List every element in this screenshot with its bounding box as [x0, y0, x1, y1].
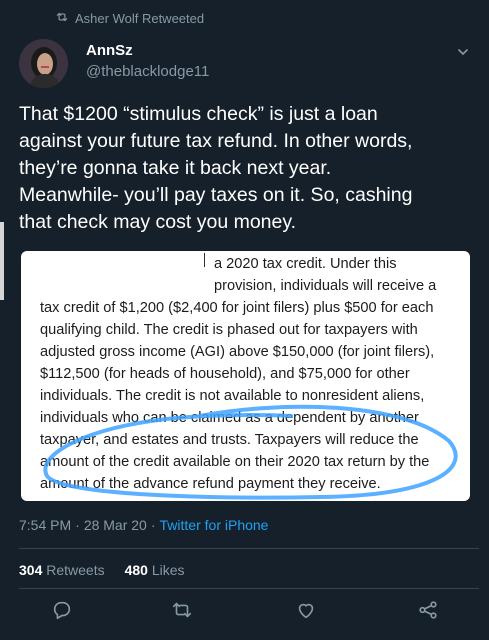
meta-separator: · — [150, 517, 156, 533]
retweet-icon — [55, 10, 69, 27]
tweet-actions — [0, 599, 489, 623]
image-line: individuals who can be claimed as a depe… — [40, 410, 419, 426]
image-line: individuals. The credit is not available… — [40, 388, 425, 404]
image-line: amount of the credit available on their … — [40, 454, 430, 470]
tweet-date: 28 Mar 20 — [83, 517, 147, 533]
likes-label: Likes — [151, 562, 185, 578]
tweet-line: That $1200 “stimulus check” is just a lo… — [19, 103, 378, 125]
retweet-banner-text: Asher Wolf Retweeted — [75, 10, 205, 26]
reply-icon[interactable] — [51, 599, 73, 621]
screen-edge-bar — [0, 222, 4, 300]
share-icon[interactable] — [417, 599, 439, 621]
tweet-stats: 304 Retweets 480 Likes — [19, 562, 185, 578]
tweet-line: that check may cost you money. — [19, 211, 297, 233]
meta-separator: · — [75, 517, 80, 533]
tweet-image[interactable]: a 2020 tax credit. Under this provision,… — [21, 251, 470, 501]
chevron-down-icon[interactable] — [457, 46, 469, 58]
image-line: qualifying child. The credit is phased o… — [40, 322, 418, 338]
divider — [19, 548, 479, 549]
likes-stat[interactable]: 480 Likes — [125, 562, 185, 578]
author-name[interactable]: AnnSz — [86, 42, 133, 59]
retweet-icon[interactable] — [171, 599, 193, 621]
image-line: taxpayer, and estates and trusts. Taxpay… — [40, 432, 419, 448]
author-handle[interactable]: @theblacklodge11 — [86, 63, 209, 80]
tweet-source-link[interactable]: Twitter for iPhone — [160, 517, 269, 533]
tweet-text: That $1200 “stimulus check” is just a lo… — [19, 101, 479, 236]
image-line: adjusted gross income (AGI) above $150,0… — [40, 344, 435, 360]
image-line: tax credit of $1,200 ($2,400 for joint f… — [40, 300, 434, 316]
retweet-banner: Asher Wolf Retweeted — [55, 9, 204, 27]
image-text: a 2020 tax credit. Under this provision,… — [21, 251, 470, 501]
tweet-line: against your future tax refund. In other… — [19, 130, 413, 152]
like-icon[interactable] — [295, 599, 317, 621]
divider — [19, 588, 479, 589]
retweets-label: Retweets — [46, 562, 105, 578]
retweets-stat[interactable]: 304 Retweets — [19, 562, 105, 578]
image-line: amount of the advance refund payment the… — [40, 476, 381, 492]
retweets-count: 304 — [19, 562, 43, 578]
image-line: a 2020 tax credit. Under this — [214, 256, 397, 272]
image-line: $112,500 (for heads of household), and $… — [40, 366, 410, 382]
avatar[interactable] — [19, 39, 68, 88]
tweet-line: Meanwhile- you’ll pay taxes on it. So, c… — [19, 184, 413, 206]
image-line: provision, individuals will receive a — [214, 278, 437, 294]
tweet-line: they’re gonna take it back next year. — [19, 157, 332, 179]
tweet-time: 7:54 PM — [19, 517, 72, 533]
likes-count: 480 — [124, 562, 148, 578]
tweet-meta: 7:54 PM · 28 Mar 20 · Twitter for iPhone — [19, 517, 268, 533]
